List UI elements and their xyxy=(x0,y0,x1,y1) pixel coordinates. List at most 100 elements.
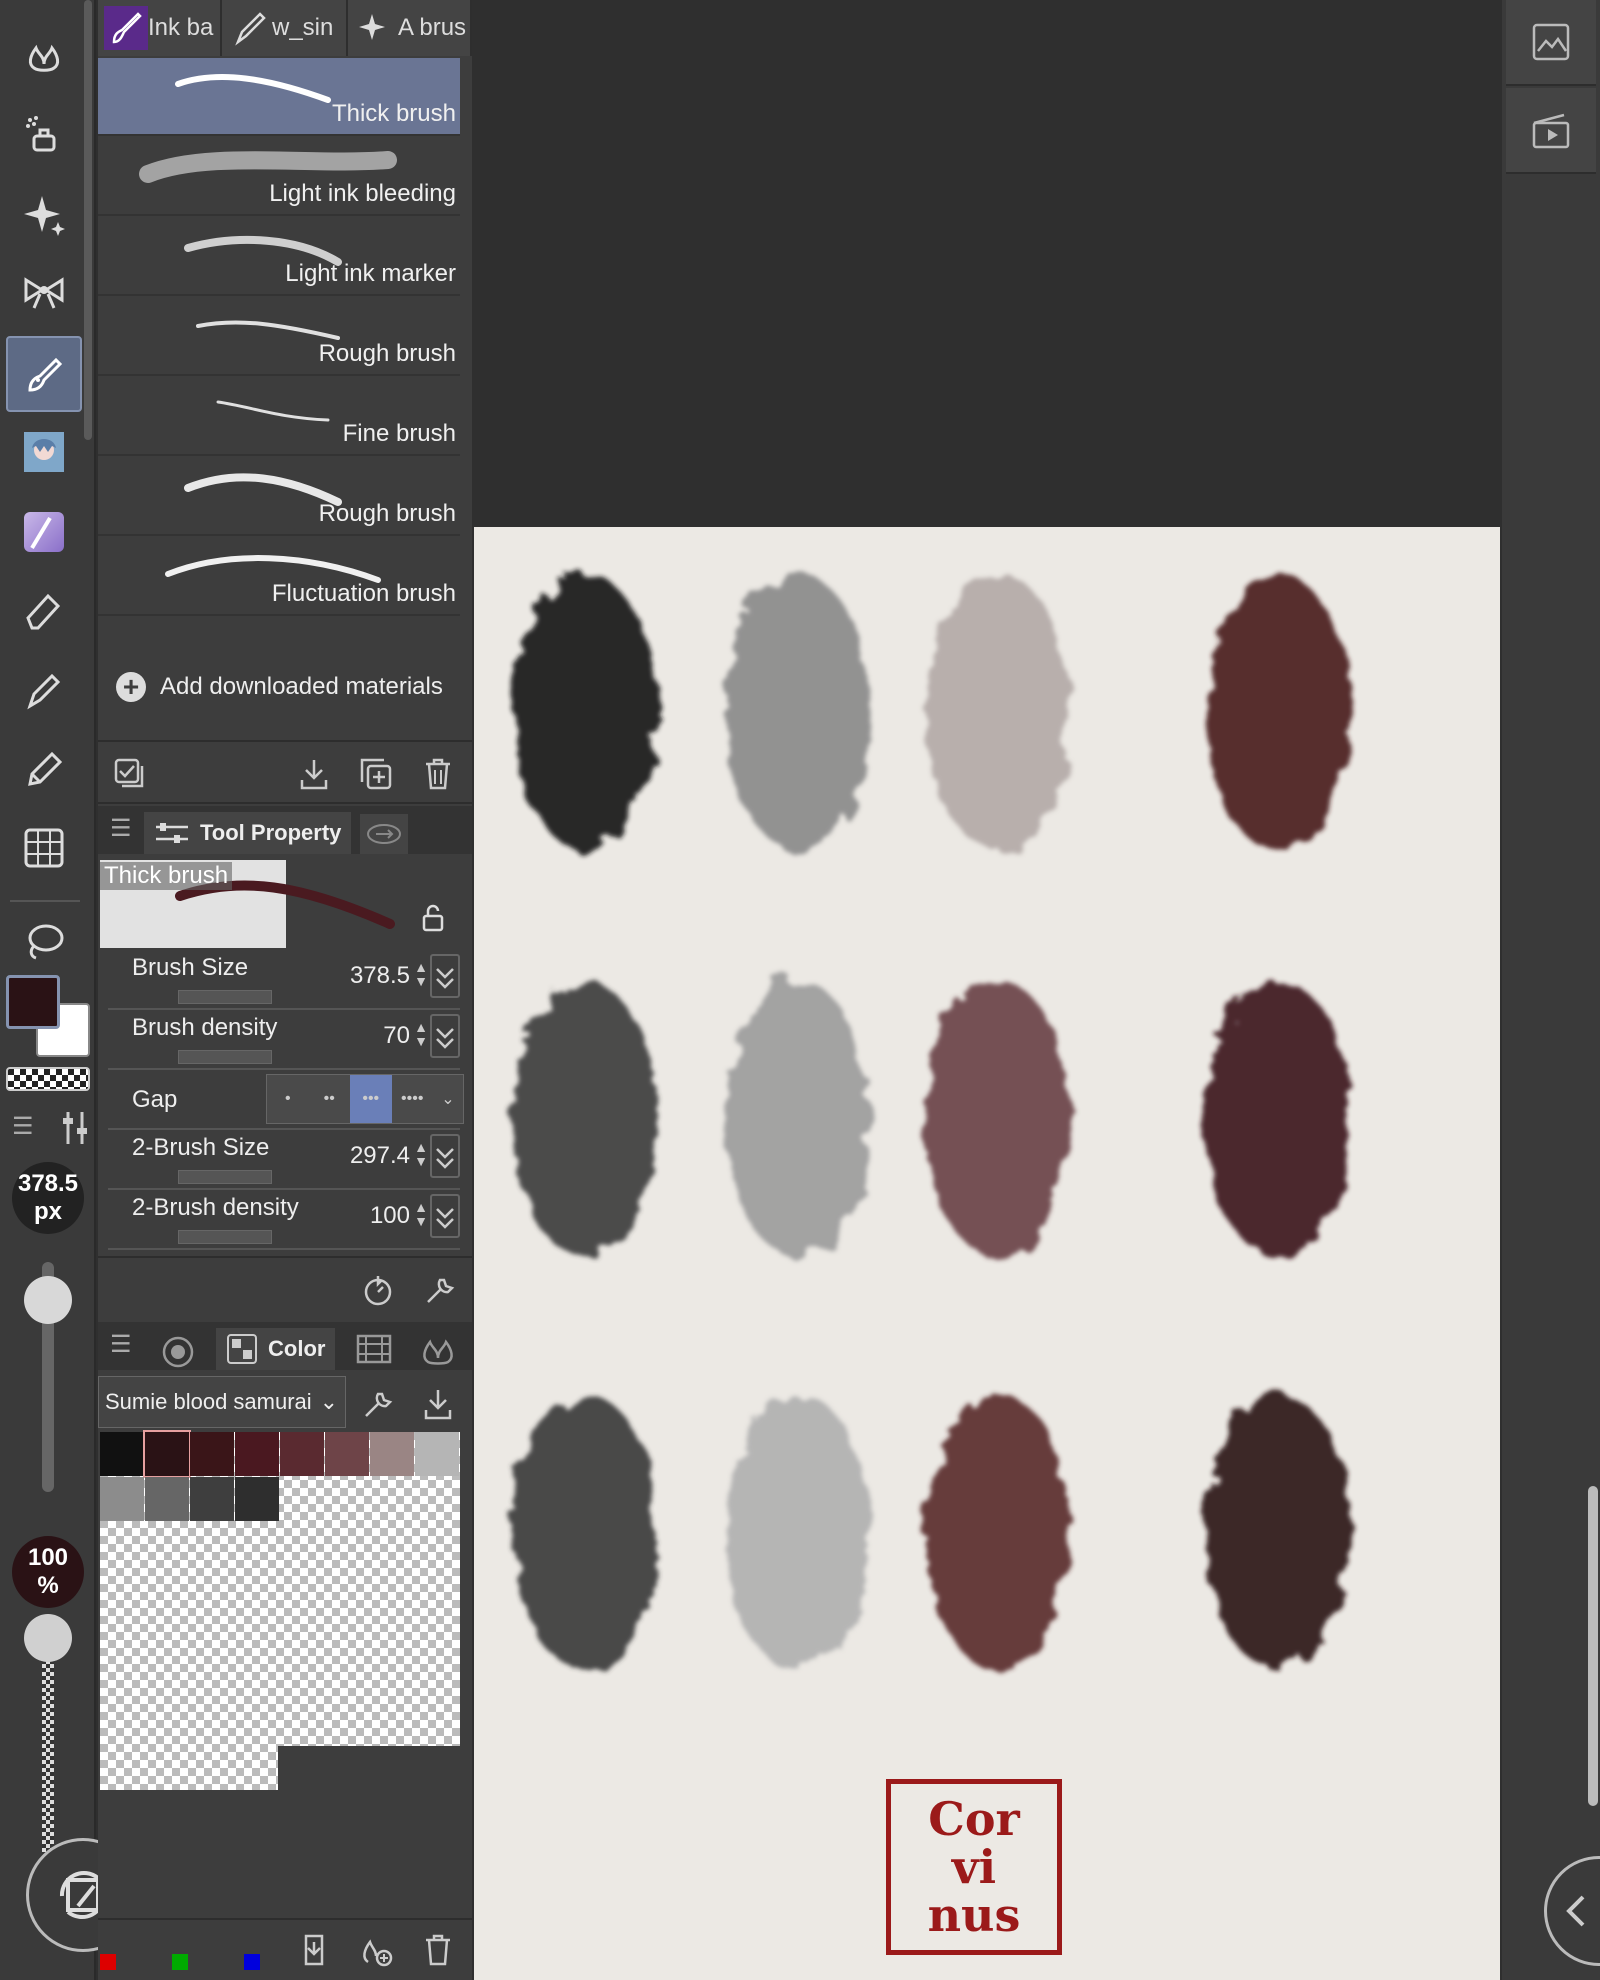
gap-option[interactable]: •••• xyxy=(392,1075,434,1123)
tab-w-sin[interactable]: w_sin xyxy=(222,0,348,56)
palette-swatch[interactable] xyxy=(370,1432,414,1476)
stepper-icon[interactable]: ▲ ▼ xyxy=(414,960,428,988)
import-color-icon[interactable] xyxy=(294,1930,334,1970)
ink-drop-icon[interactable] xyxy=(418,1332,458,1371)
brush-size-bar[interactable] xyxy=(178,990,272,1004)
wrench-icon[interactable] xyxy=(418,1270,458,1310)
palette-swatch[interactable] xyxy=(190,1477,234,1521)
brush-size-2-row[interactable]: 2-Brush Size 297.4 ▲ ▼ xyxy=(108,1130,460,1190)
palette-swatch[interactable] xyxy=(415,1432,459,1476)
brush-size-slider-knob[interactable] xyxy=(24,1276,72,1324)
brush-density-value[interactable]: 70 xyxy=(383,1022,410,1050)
brush-density-bar[interactable] xyxy=(178,1050,272,1064)
brush-density-2-row[interactable]: 2-Brush density 100 ▲ ▼ xyxy=(108,1190,460,1250)
menu-icon[interactable]: ☰ xyxy=(12,1112,34,1141)
sparkle-icon[interactable] xyxy=(6,176,82,252)
stepper-icon[interactable]: ▲ ▼ xyxy=(414,1020,428,1048)
add-color-icon[interactable] xyxy=(356,1930,396,1970)
duplicate-icon[interactable] xyxy=(356,754,396,794)
stepper-icon[interactable]: ▲ ▼ xyxy=(414,1140,428,1168)
color-palette-grid[interactable] xyxy=(100,1430,460,1790)
select-all-icon[interactable] xyxy=(110,754,150,794)
brush-name: Rough brush xyxy=(318,340,456,367)
menu-icon[interactable]: ☰ xyxy=(110,1330,132,1359)
palette-import-icon[interactable] xyxy=(420,1386,456,1427)
unlock-icon[interactable] xyxy=(420,904,448,937)
brush-density-2-bar[interactable] xyxy=(178,1230,272,1244)
character-image-icon[interactable] xyxy=(6,414,82,490)
brush-item-thick[interactable]: Thick brush xyxy=(98,58,460,136)
palette-swatch[interactable] xyxy=(100,1477,144,1521)
airbrush-icon[interactable] xyxy=(6,96,82,172)
transparent-color-swatch[interactable] xyxy=(6,1067,90,1091)
brush-size-2-value[interactable]: 297.4 xyxy=(350,1142,410,1170)
gradient-image-icon[interactable] xyxy=(6,494,82,570)
ink-drop-icon[interactable] xyxy=(6,18,82,94)
palette-select[interactable]: Sumie blood samurai ⌄ xyxy=(98,1376,346,1428)
delete-icon[interactable] xyxy=(418,754,458,794)
add-downloaded-materials-button[interactable]: + Add downloaded materials xyxy=(116,671,443,702)
tab-a-brush[interactable]: A brus xyxy=(348,0,472,56)
gap-option[interactable]: • xyxy=(267,1075,309,1123)
clapper-icon xyxy=(1532,113,1570,149)
palette-swatch[interactable] xyxy=(143,1430,191,1478)
brush-item-fine-brush[interactable]: Fine brush xyxy=(98,378,460,456)
gap-option[interactable]: •• xyxy=(309,1075,351,1123)
brush-density-2-value[interactable]: 100 xyxy=(370,1202,410,1230)
brush-item-fluctuation-brush[interactable]: Fluctuation brush xyxy=(98,538,460,616)
frame-grid-icon[interactable] xyxy=(6,810,82,886)
reset-icon[interactable] xyxy=(358,1270,398,1310)
delete-color-icon[interactable] xyxy=(418,1930,458,1970)
brush-item-rough-brush-2[interactable]: Rough brush xyxy=(98,458,460,536)
brush-item-rough-brush[interactable]: Rough brush xyxy=(98,298,460,376)
tab-color[interactable]: Color xyxy=(216,1328,336,1370)
palette-swatch[interactable] xyxy=(145,1477,189,1521)
sub-tool-detail-icon[interactable] xyxy=(360,814,408,854)
brush-item-light-ink-marker[interactable]: Light ink marker xyxy=(98,218,460,296)
eraser-icon[interactable] xyxy=(6,572,82,648)
pressure-toggle-icon[interactable] xyxy=(430,1014,460,1058)
opacity-badge: 100 % xyxy=(12,1536,84,1608)
brush-size-row[interactable]: Brush Size 378.5 ▲ ▼ xyxy=(108,950,460,1010)
toolbar-scrollbar[interactable] xyxy=(84,0,92,440)
opacity-slider[interactable] xyxy=(42,1660,54,1860)
menu-icon[interactable]: ☰ xyxy=(110,814,132,843)
drawing-canvas[interactable]: Cor vi nus xyxy=(474,527,1500,1980)
stepper-icon[interactable]: ▲ ▼ xyxy=(414,1200,428,1228)
gap-option-selected[interactable]: ••• xyxy=(350,1075,392,1123)
pressure-toggle-icon[interactable] xyxy=(430,954,460,998)
brush-size-2-bar[interactable] xyxy=(178,1170,272,1184)
palette-swatch[interactable] xyxy=(190,1432,234,1476)
chevron-down-icon[interactable]: ⌄ xyxy=(433,1075,463,1123)
brush-density-row[interactable]: Brush density 70 ▲ ▼ xyxy=(108,1010,460,1070)
tab-tool-property[interactable]: Tool Property xyxy=(144,812,352,854)
palette-swatch[interactable] xyxy=(235,1432,279,1476)
ink-swatch xyxy=(926,981,1070,1257)
palette-swatch[interactable] xyxy=(280,1432,324,1476)
lasso-icon[interactable] xyxy=(6,904,82,980)
sliders-icon[interactable] xyxy=(60,1108,90,1153)
color-circle-tab-icon[interactable] xyxy=(158,1332,198,1373)
import-icon[interactable] xyxy=(294,754,334,794)
pressure-toggle-icon[interactable] xyxy=(430,1134,460,1178)
canvas-scrollbar[interactable] xyxy=(1588,1486,1598,1806)
palette-swatch[interactable] xyxy=(235,1477,279,1521)
gap-selector[interactable]: • •• ••• •••• ⌄ xyxy=(266,1074,464,1124)
palette-swatch[interactable] xyxy=(100,1432,144,1476)
opacity-slider-knob[interactable] xyxy=(24,1614,72,1662)
foreground-color-swatch[interactable] xyxy=(6,975,60,1029)
ribbon-decoration-icon[interactable] xyxy=(6,254,82,330)
tab-ink-brush[interactable]: Ink ba xyxy=(98,0,222,56)
pen-icon[interactable] xyxy=(6,652,82,728)
navigator-button[interactable] xyxy=(1506,0,1596,86)
brush-tool-icon[interactable] xyxy=(6,336,82,412)
brush-size-value[interactable]: 378.5 xyxy=(350,962,410,990)
film-icon[interactable] xyxy=(354,1332,394,1371)
palette-settings-icon[interactable] xyxy=(358,1386,394,1427)
timelapse-button[interactable] xyxy=(1506,88,1596,174)
brush-item-light-ink-bleeding[interactable]: Light ink bleeding xyxy=(98,138,460,216)
pressure-toggle-icon[interactable] xyxy=(430,1194,460,1238)
pencil-icon[interactable] xyxy=(6,730,82,806)
brush-size-2-label: 2-Brush Size xyxy=(132,1134,270,1161)
palette-swatch[interactable] xyxy=(325,1432,369,1476)
